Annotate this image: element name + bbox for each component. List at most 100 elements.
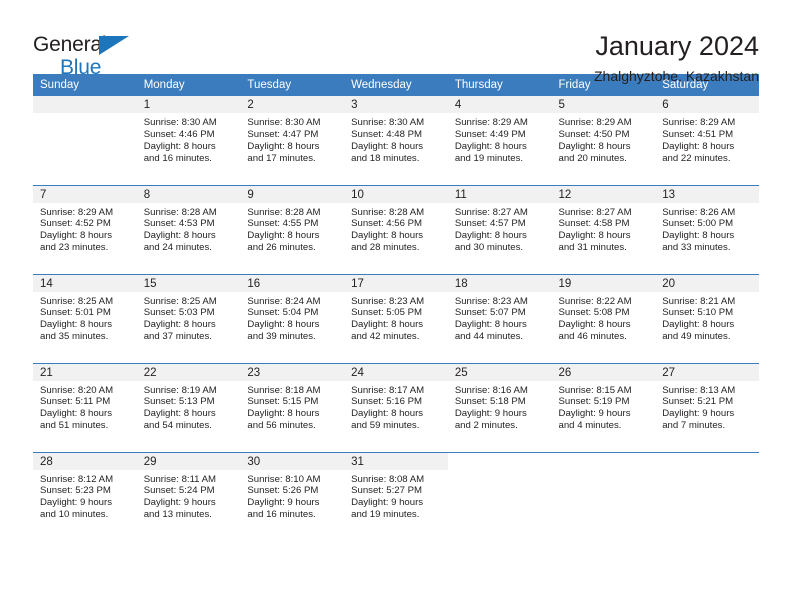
day-number: 27 xyxy=(655,363,759,381)
sunrise-time: Sunrise: 8:29 AM xyxy=(40,206,114,218)
daylight-duration: Daylight: 8 hours xyxy=(143,230,216,242)
brand-logo[interactable]: General Blue xyxy=(33,30,183,78)
brand-triangle-icon xyxy=(99,36,129,55)
calendar-day-cell[interactable]: 13 Sunrise: 8:26 AM Sunset: 5:00 PM Dayligh… xyxy=(655,184,759,274)
daylight-duration: Daylight: 9 hours xyxy=(662,408,735,420)
sunrise-time: Sunrise: 8:25 AM xyxy=(40,295,114,307)
daylight-duration: and 22 minutes. xyxy=(662,152,731,164)
sunset-time: Sunset: 4:49 PM xyxy=(454,128,526,140)
daylight-duration: and 7 minutes. xyxy=(662,420,726,432)
sunrise-time: Sunrise: 8:21 AM xyxy=(662,295,736,307)
calendar-day-cell[interactable]: 17 Sunrise: 8:23 AM Sunset: 5:05 PM Dayligh… xyxy=(344,273,448,363)
sunrise-time: Sunrise: 8:29 AM xyxy=(662,117,736,128)
sunset-time: Sunset: 5:13 PM xyxy=(143,396,215,408)
sunrise-time: Sunrise: 8:23 AM xyxy=(454,295,528,307)
calendar-day-cell[interactable]: 14 Sunrise: 8:25 AM Sunset: 5:01 PM Dayligh… xyxy=(33,273,137,363)
month-calendar-table: Sunday Monday Tuesday Wednesday Thursday… xyxy=(33,74,759,541)
weekday-header-tuesday: Tuesday xyxy=(240,74,345,96)
daylight-duration: and 42 minutes. xyxy=(351,331,420,343)
calendar-day-cell[interactable]: 21 Sunrise: 8:20 AM Sunset: 5:11 PM Dayligh… xyxy=(33,362,137,452)
sunrise-time: Sunrise: 8:29 AM xyxy=(558,117,632,128)
day-details: Sunrise: 8:13 AM Sunset: 5:21 PM Daylight:… xyxy=(655,381,759,433)
calendar-day-cell[interactable]: 25 Sunrise: 8:16 AM Sunset: 5:18 PM Dayligh… xyxy=(447,362,552,452)
daylight-duration: and 46 minutes. xyxy=(558,331,627,343)
page-title: January 2024 xyxy=(595,31,759,61)
day-details: Sunrise: 8:25 AM Sunset: 5:03 PM Daylight:… xyxy=(137,292,241,344)
day-details: Sunrise: 8:12 AM Sunset: 5:23 PM Daylight:… xyxy=(33,470,137,522)
calendar-day-cell[interactable] xyxy=(33,96,137,185)
sunrise-time: Sunrise: 8:18 AM xyxy=(247,384,321,396)
day-details: Sunrise: 8:28 AM Sunset: 4:55 PM Daylight:… xyxy=(240,203,344,255)
day-number: 15 xyxy=(136,274,241,292)
calendar-day-cell[interactable]: 23 Sunrise: 8:18 AM Sunset: 5:15 PM Dayligh… xyxy=(240,362,345,452)
sunset-time: Sunset: 5:24 PM xyxy=(143,485,215,497)
calendar-day-cell[interactable]: 28 Sunrise: 8:12 AM Sunset: 5:23 PM Dayligh… xyxy=(33,451,137,541)
calendar-day-cell[interactable]: 3 Sunrise: 8:30 AM Sunset: 4:48 PM Daylight… xyxy=(344,96,448,185)
daylight-duration: and 20 minutes. xyxy=(558,152,627,164)
calendar-day-cell[interactable]: 30 Sunrise: 8:10 AM Sunset: 5:26 PM Dayligh… xyxy=(240,451,345,541)
sunset-time: Sunset: 4:55 PM xyxy=(247,218,319,230)
daylight-duration: Daylight: 8 hours xyxy=(558,140,631,152)
calendar-day-cell[interactable]: 15 Sunrise: 8:25 AM Sunset: 5:03 PM Dayligh… xyxy=(136,273,241,363)
calendar-day-cell[interactable]: 2 Sunrise: 8:30 AM Sunset: 4:47 PM Daylight… xyxy=(240,96,345,185)
calendar-day-cell[interactable]: 4 Sunrise: 8:29 AM Sunset: 4:49 PM Daylight… xyxy=(447,96,552,185)
sunset-time: Sunset: 5:16 PM xyxy=(351,396,423,408)
calendar-day-cell[interactable]: 27 Sunrise: 8:13 AM Sunset: 5:21 PM Dayligh… xyxy=(655,362,759,452)
sunset-time: Sunset: 4:46 PM xyxy=(143,128,215,140)
day-details: Sunrise: 8:18 AM Sunset: 5:15 PM Daylight:… xyxy=(240,381,344,433)
sunset-time: Sunset: 4:51 PM xyxy=(662,128,734,140)
calendar-day-cell[interactable]: 10 Sunrise: 8:28 AM Sunset: 4:56 PM Dayligh… xyxy=(344,184,448,274)
sunset-time: Sunset: 5:23 PM xyxy=(40,485,111,497)
sunrise-time: Sunrise: 8:30 AM xyxy=(351,117,425,128)
daylight-duration: Daylight: 8 hours xyxy=(143,140,216,152)
daylight-duration: and 19 minutes. xyxy=(454,152,524,164)
calendar-day-cell[interactable]: 29 Sunrise: 8:11 AM Sunset: 5:24 PM Dayligh… xyxy=(136,451,241,541)
calendar-day-cell[interactable]: 26 Sunrise: 8:15 AM Sunset: 5:19 PM Dayligh… xyxy=(551,362,656,452)
calendar-day-cell[interactable]: 12 Sunrise: 8:27 AM Sunset: 4:58 PM Dayligh… xyxy=(551,184,656,274)
calendar-day-cell[interactable] xyxy=(551,451,656,541)
calendar-day-cell[interactable]: 1 Sunrise: 8:30 AM Sunset: 4:46 PM Daylight… xyxy=(136,96,241,185)
day-details: Sunrise: 8:11 AM Sunset: 5:24 PM Daylight:… xyxy=(137,470,241,522)
sunset-time: Sunset: 5:26 PM xyxy=(247,485,319,497)
day-number: 12 xyxy=(551,185,656,203)
day-number: 2 xyxy=(240,96,345,113)
day-number: 3 xyxy=(344,96,448,113)
calendar-day-cell[interactable]: 5 Sunrise: 8:29 AM Sunset: 4:50 PM Daylight… xyxy=(551,96,656,185)
day-details: Sunrise: 8:23 AM Sunset: 5:07 PM Daylight:… xyxy=(448,292,552,344)
day-number: 18 xyxy=(447,274,552,292)
sunset-time: Sunset: 5:27 PM xyxy=(351,485,423,497)
calendar-day-cell[interactable]: 7 Sunrise: 8:29 AM Sunset: 4:52 PM Daylight… xyxy=(33,184,137,274)
calendar-week-row: 21 Sunrise: 8:20 AM Sunset: 5:11 PM Dayligh… xyxy=(33,362,759,452)
day-number xyxy=(551,452,656,470)
day-number: 8 xyxy=(136,185,241,203)
daylight-duration: Daylight: 8 hours xyxy=(247,140,320,152)
calendar-day-cell[interactable]: 9 Sunrise: 8:28 AM Sunset: 4:55 PM Daylight… xyxy=(240,184,345,274)
sunrise-time: Sunrise: 8:23 AM xyxy=(351,295,425,307)
calendar-day-cell[interactable]: 22 Sunrise: 8:19 AM Sunset: 5:13 PM Dayligh… xyxy=(136,362,241,452)
day-details: Sunrise: 8:17 AM Sunset: 5:16 PM Daylight:… xyxy=(344,381,448,433)
calendar-day-cell[interactable]: 8 Sunrise: 8:28 AM Sunset: 4:53 PM Daylight… xyxy=(136,184,241,274)
daylight-duration: Daylight: 8 hours xyxy=(558,319,631,331)
daylight-duration: and 10 minutes. xyxy=(40,509,109,521)
sunset-time: Sunset: 4:53 PM xyxy=(143,218,215,230)
calendar-day-cell[interactable]: 11 Sunrise: 8:27 AM Sunset: 4:57 PM Dayligh… xyxy=(447,184,552,274)
daylight-duration: Daylight: 8 hours xyxy=(558,230,631,242)
calendar-day-cell[interactable]: 19 Sunrise: 8:22 AM Sunset: 5:08 PM Dayligh… xyxy=(551,273,656,363)
day-details: Sunrise: 8:29 AM Sunset: 4:52 PM Daylight:… xyxy=(33,203,137,255)
calendar-day-cell[interactable]: 24 Sunrise: 8:17 AM Sunset: 5:16 PM Dayligh… xyxy=(344,362,448,452)
day-number: 20 xyxy=(655,274,759,292)
daylight-duration: Daylight: 8 hours xyxy=(143,319,216,331)
calendar-day-cell[interactable]: 16 Sunrise: 8:24 AM Sunset: 5:04 PM Dayligh… xyxy=(240,273,345,363)
day-number: 16 xyxy=(240,274,345,292)
calendar-day-cell[interactable]: 6 Sunrise: 8:29 AM Sunset: 4:51 PM Daylight… xyxy=(655,96,759,185)
daylight-duration: and 16 minutes. xyxy=(247,509,316,521)
calendar-day-cell[interactable]: 31 Sunrise: 8:08 AM Sunset: 5:27 PM Dayligh… xyxy=(344,451,448,541)
sunrise-time: Sunrise: 8:20 AM xyxy=(40,384,114,396)
calendar-day-cell[interactable]: 18 Sunrise: 8:23 AM Sunset: 5:07 PM Dayligh… xyxy=(447,273,552,363)
day-details: Sunrise: 8:16 AM Sunset: 5:18 PM Daylight:… xyxy=(448,381,552,433)
day-number: 21 xyxy=(33,363,137,381)
calendar-day-cell[interactable] xyxy=(447,451,552,541)
calendar-day-cell[interactable] xyxy=(655,451,759,541)
sunrise-time: Sunrise: 8:16 AM xyxy=(454,384,528,396)
calendar-day-cell[interactable]: 20 Sunrise: 8:21 AM Sunset: 5:10 PM Dayligh… xyxy=(655,273,759,363)
